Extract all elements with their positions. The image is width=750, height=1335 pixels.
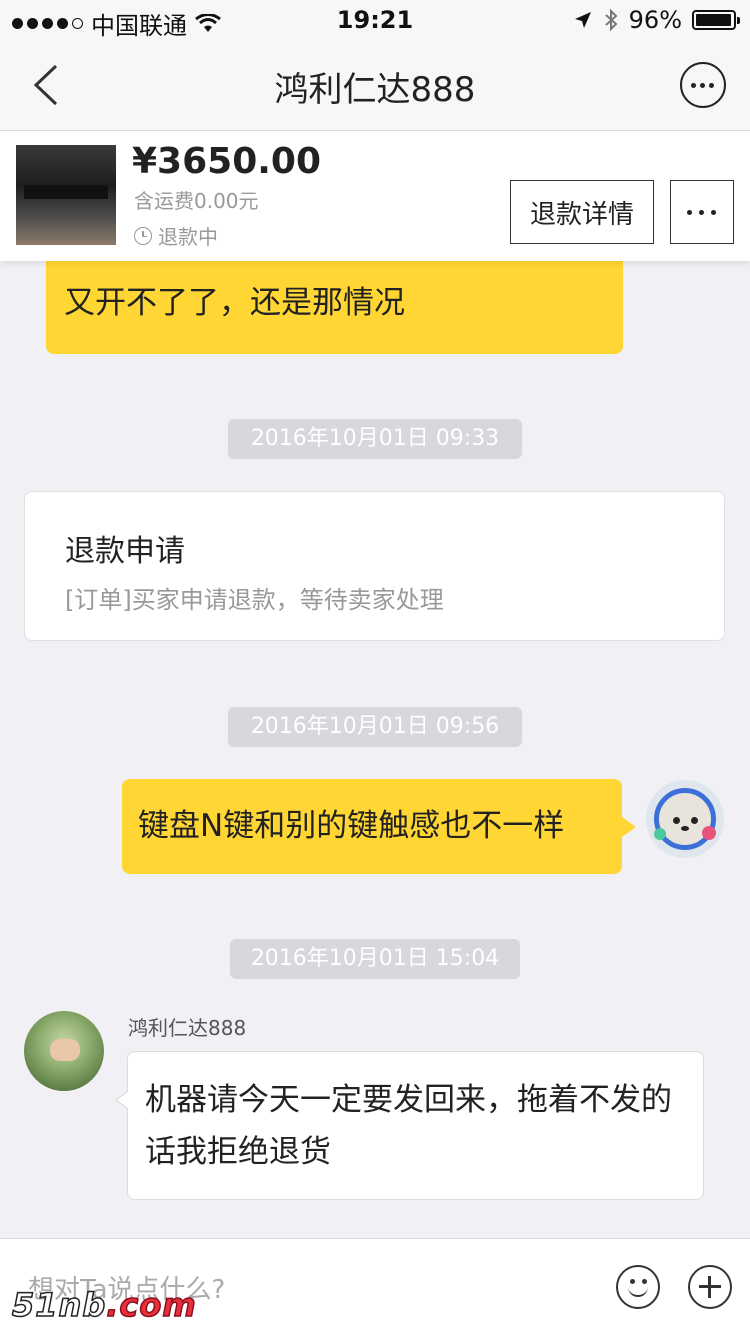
refund-card-title: 退款申请 [65, 534, 185, 569]
emoji-icon[interactable] [616, 1265, 660, 1309]
status-right: 96% [573, 6, 740, 34]
add-attachment-icon[interactable] [688, 1265, 732, 1309]
page-title: 鸿利仁达888 [274, 70, 476, 110]
battery-icon [692, 10, 740, 30]
order-summary-card[interactable]: ¥3650.00 含运费0.00元 退款中 退款详情 [0, 131, 750, 261]
self-avatar[interactable] [646, 780, 724, 858]
message-text-partial-line2: 又开不了了，还是那情况 [64, 285, 405, 321]
refund-card-description: [订单]买家申请退款，等待卖家处理 [65, 586, 444, 614]
message-bubble-self[interactable]: 键盘N键和别的键触感也不一样 [122, 779, 636, 874]
message-text: 机器请今天一定要发回来，拖着不发的话我拒绝退货 [145, 1082, 672, 1170]
timestamp-pill: 2016年10月01日 09:56 [228, 707, 522, 747]
timestamp-pill: 2016年10月01日 15:04 [230, 939, 520, 979]
refund-detail-button[interactable]: 退款详情 [510, 180, 654, 244]
message-bubble-other[interactable]: 机器请今天一定要发回来，拖着不发的话我拒绝退货 [115, 1051, 704, 1200]
refund-request-card[interactable]: 退款申请 [订单]买家申请退款，等待卖家处理 [24, 491, 725, 641]
order-status: 退款中 [134, 221, 218, 250]
product-thumbnail[interactable] [16, 145, 116, 245]
order-more-button[interactable] [670, 180, 734, 244]
location-arrow-icon [574, 12, 591, 28]
timestamp-pill: 2016年10月01日 09:33 [228, 419, 522, 459]
clock-icon [134, 226, 152, 245]
seller-avatar[interactable] [24, 1011, 104, 1091]
bluetooth-icon [604, 8, 618, 32]
message-text: 键盘N键和别的键触感也不一样 [138, 808, 565, 844]
status-bar: 中国联通 19:21 96% [0, 0, 750, 40]
message-bubble-self-partial: 能开机了，昨晚用了一会关机，今天 又开不了了，还是那情况 [46, 250, 623, 354]
order-status-text: 退款中 [158, 225, 218, 249]
nav-bar: 鸿利仁达888 [0, 40, 750, 131]
order-price: ¥3650.00 [132, 141, 322, 182]
more-options-icon[interactable] [680, 62, 726, 108]
shipping-fee: 含运费0.00元 [134, 189, 259, 213]
site-watermark: 51nb.com [11, 1285, 197, 1325]
sender-name: 鸿利仁达888 [128, 1016, 247, 1040]
battery-percent: 96% [628, 6, 682, 34]
